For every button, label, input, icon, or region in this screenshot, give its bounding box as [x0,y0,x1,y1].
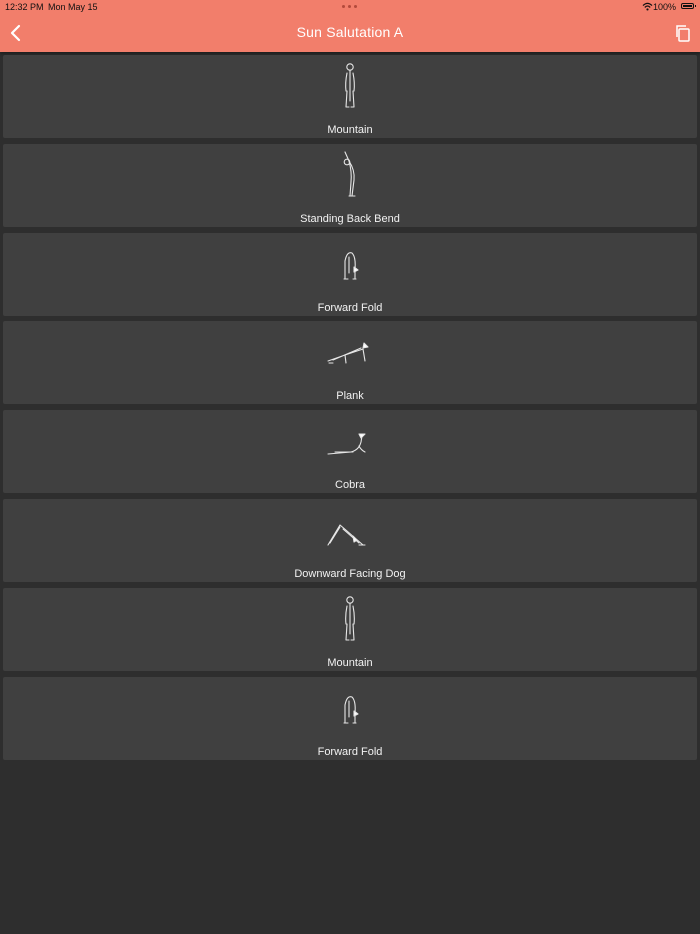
pose-card[interactable]: Cobra [3,410,697,494]
pose-card[interactable]: Standing Back Bend [3,143,697,227]
pose-card[interactable]: Forward Fold [3,232,697,316]
pose-label: Forward Fold [317,745,383,758]
pose-label: Mountain [327,656,373,669]
page-title: Sun Salutation A [296,24,404,40]
pose-card[interactable]: Mountain [3,55,697,138]
pose-card[interactable]: Plank [3,321,697,405]
status-time: 12:32 PM [5,2,44,12]
pose-label: Mountain [327,124,373,136]
pose-label: Downward Facing Dog [294,567,406,580]
backbend-pose-icon [343,151,356,197]
status-date: Mon May 15 [48,2,98,12]
pose-card[interactable]: Mountain [3,587,697,671]
pose-label: Forward Fold [317,301,383,314]
fold-pose-icon [343,251,359,280]
pose-list: Mountain Standing Back Bend Forward Fold Pl… [3,55,697,765]
mountain-pose-icon [345,596,355,641]
pose-label: Plank [336,390,364,403]
pose-card[interactable]: Downward Facing Dog [3,498,697,582]
copy-button[interactable] [674,24,692,42]
fold-pose-icon [343,695,359,724]
cobra-pose-icon [327,433,366,455]
wifi-icon [642,2,653,11]
pose-label: Cobra [335,479,365,492]
pose-card[interactable]: Forward Fold [3,676,697,760]
multitasking-dots-icon[interactable] [342,5,357,8]
pose-label: Standing Back Bend [300,212,400,225]
dog-pose-icon [327,524,366,546]
battery-percentage: 100% [652,2,676,12]
battery-icon [681,3,696,9]
plank-pose-icon [327,342,369,364]
mountain-pose-icon [345,63,355,108]
nav-bar: 12:32 PM Mon May 15 100% Sun Salutation … [0,0,700,52]
